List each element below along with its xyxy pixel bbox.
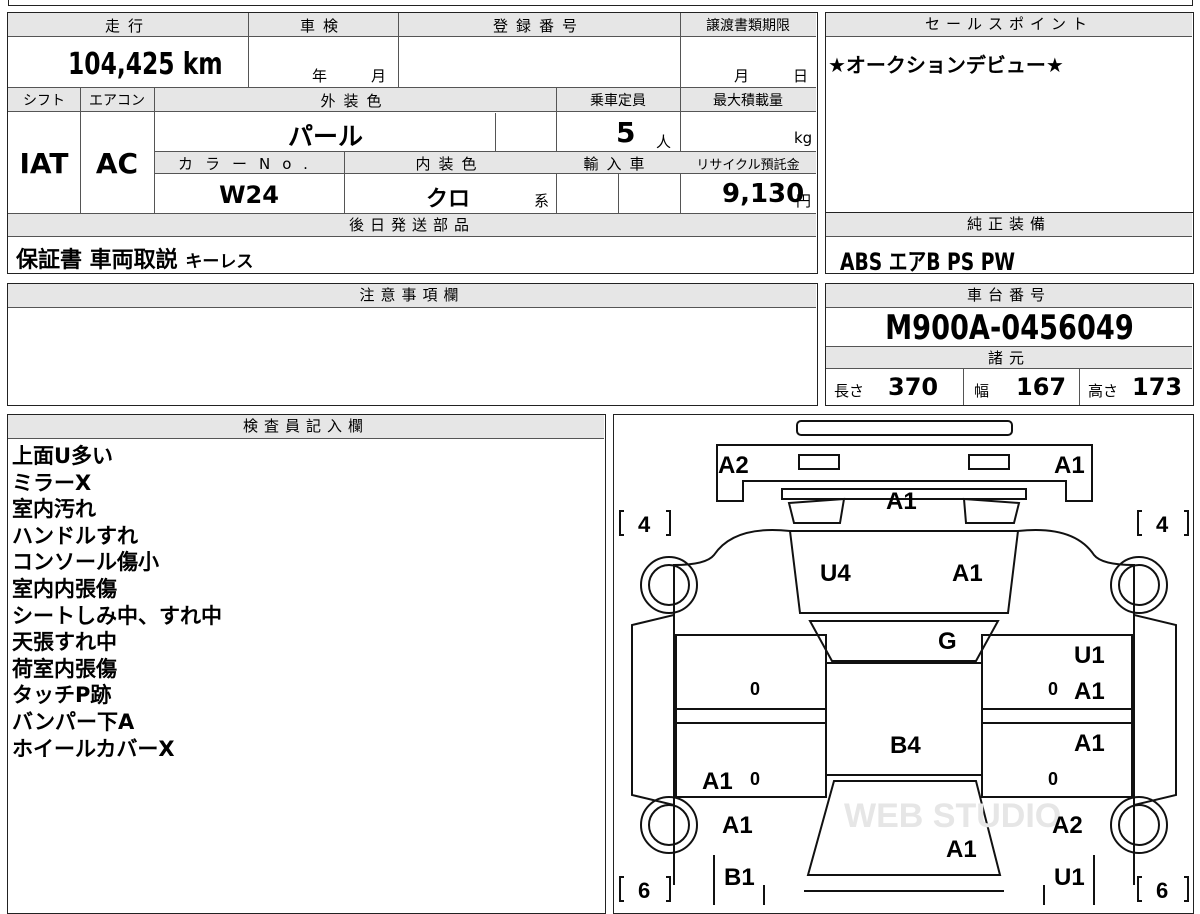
equipment-text: ABS エアB PS PW bbox=[840, 248, 1016, 276]
note-item: コンソール傷小 bbox=[12, 550, 159, 575]
interior-color-value: クロ bbox=[426, 187, 471, 212]
mileage-value: 104,425 km bbox=[68, 47, 223, 82]
sales-point-text: ★オークションデビュー★ bbox=[828, 53, 1064, 77]
code-front-bumper-left: A2 bbox=[718, 452, 749, 479]
exterior-color-label: 外装色 bbox=[320, 92, 390, 110]
car-diagram: WEB STUDIO 4 4 6 6 A2 A1 A1 U4 A1 G U1 A… bbox=[619, 420, 1189, 905]
note-item: 上面U多い bbox=[12, 444, 114, 468]
mileage-label: 走行 bbox=[104, 17, 151, 35]
tire-rear-left: 6 bbox=[638, 878, 650, 903]
shaken-label: 車検 bbox=[299, 17, 346, 35]
note-item: 天張すれ中 bbox=[12, 630, 117, 655]
code-right-rear-door: A1 bbox=[1074, 730, 1105, 757]
interior-color-suffix: 系 bbox=[534, 192, 550, 210]
shift-value: IAT bbox=[19, 147, 69, 180]
vehicle-info-box: 走行 車検 登録番号 譲渡書類期限 104,425 km 年 月 月 日 シフト… bbox=[7, 12, 818, 274]
tire-front-right: 4 bbox=[1156, 512, 1169, 537]
zero-mark: 0 bbox=[750, 769, 760, 789]
length-label: 長さ bbox=[834, 382, 865, 400]
note-item: バンパー下A bbox=[12, 709, 135, 734]
capacity-value: 5 bbox=[616, 116, 636, 149]
note-item: 荷室内張傷 bbox=[12, 656, 117, 681]
capacity-label: 乗車定員 bbox=[590, 93, 646, 109]
inspector-box: 検査員記入欄 上面U多い ミラーX 室内汚れ ハンドルすれ コンソール傷小 室内… bbox=[7, 414, 606, 914]
code-left-quarter: A1 bbox=[722, 812, 753, 839]
interior-color-label: 内装色 bbox=[415, 155, 485, 173]
transfer-day: 日 bbox=[793, 67, 809, 85]
note-item: 室内汚れ bbox=[12, 497, 96, 522]
code-grille: A1 bbox=[886, 488, 917, 515]
note-item: ミラーX bbox=[12, 470, 92, 495]
note-item: ホイールカバーX bbox=[12, 736, 175, 761]
import-car-label: 輸入車 bbox=[583, 155, 653, 173]
recycle-deposit-value: 9,130 bbox=[722, 179, 805, 209]
tire-front-left: 4 bbox=[638, 512, 651, 537]
recycle-deposit-unit: 円 bbox=[796, 192, 812, 210]
caution-box: 注意事項欄 bbox=[7, 283, 818, 406]
code-roof: B4 bbox=[890, 732, 921, 759]
color-no-label: カラーNo. bbox=[178, 155, 320, 173]
note-item: シートしみ中、すれ中 bbox=[12, 603, 222, 628]
aircon-label: エアコン bbox=[89, 93, 145, 109]
code-hood-left: U4 bbox=[820, 560, 851, 587]
later-parts-extra: キーレス bbox=[185, 252, 254, 272]
top-strip bbox=[8, 0, 1193, 6]
note-item: 室内内張傷 bbox=[12, 576, 117, 601]
code-hood-right: A1 bbox=[952, 560, 983, 587]
color-no-value: W24 bbox=[219, 181, 279, 209]
transfer-month: 月 bbox=[734, 67, 750, 85]
note-item: ハンドルすれ bbox=[12, 523, 138, 548]
caution-header: 注意事項欄 bbox=[8, 284, 816, 308]
width-value: 167 bbox=[1016, 373, 1067, 401]
code-right-rear-bumper: U1 bbox=[1054, 864, 1085, 891]
code-left-rear-door: A1 bbox=[702, 768, 733, 795]
code-right-front-door-1: U1 bbox=[1074, 642, 1105, 669]
exterior-color-value: パール bbox=[288, 122, 364, 151]
code-front-bumper-right: A1 bbox=[1054, 452, 1085, 479]
width-label: 幅 bbox=[974, 382, 990, 400]
code-right-front-door-2: A1 bbox=[1074, 678, 1105, 705]
transfer-deadline-label: 譲渡書類期限 bbox=[706, 18, 790, 34]
inspector-header: 検査員記入欄 bbox=[8, 415, 604, 439]
zero-mark: 0 bbox=[750, 679, 760, 699]
later-parts-value: 保証書 車両取説 キーレス bbox=[16, 248, 254, 273]
equipment-box: 純正装備 ABS エアB PS PW bbox=[825, 212, 1194, 276]
later-parts-header: 後日発送部品 bbox=[8, 214, 816, 237]
recycle-deposit-label: リサイクル預託金 bbox=[696, 158, 800, 173]
length-value: 370 bbox=[888, 373, 939, 401]
shaken-month: 月 bbox=[371, 67, 387, 85]
shaken-year: 年 bbox=[312, 67, 328, 85]
zero-mark: 0 bbox=[1048, 769, 1058, 789]
car-diagram-box: WEB STUDIO 4 4 6 6 A2 A1 A1 U4 A1 G U1 A… bbox=[613, 414, 1194, 914]
registration-label: 登録番号 bbox=[492, 17, 585, 35]
note-item: タッチP跡 bbox=[12, 683, 112, 708]
chassis-number: M900A-0456049 bbox=[884, 308, 1134, 348]
max-load-unit: kg bbox=[794, 129, 813, 147]
max-load-label: 最大積載量 bbox=[713, 93, 783, 109]
sales-point-box: セールスポイント ★オークションデビュー★ bbox=[825, 12, 1194, 213]
chassis-header: 車台番号 bbox=[826, 284, 1192, 308]
height-value: 173 bbox=[1132, 373, 1183, 401]
shift-label: シフト bbox=[23, 93, 65, 109]
chassis-box: 車台番号 M900A-0456049 諸元 長さ 370 幅 167 高さ 17… bbox=[825, 283, 1194, 406]
watermark-text: WEB STUDIO bbox=[844, 797, 1061, 835]
capacity-unit: 人 bbox=[656, 133, 672, 151]
code-left-rear-bumper: B1 bbox=[724, 864, 755, 891]
height-label: 高さ bbox=[1088, 382, 1119, 400]
zero-mark: 0 bbox=[1048, 679, 1058, 699]
code-right-quarter: A2 bbox=[1052, 812, 1083, 839]
tire-rear-right: 6 bbox=[1156, 878, 1168, 903]
spec-header: 諸元 bbox=[826, 347, 1192, 369]
aircon-value: AC bbox=[95, 147, 139, 180]
inspector-notes: 上面U多い ミラーX 室内汚れ ハンドルすれ コンソール傷小 室内内張傷 シート… bbox=[12, 443, 222, 762]
code-windshield: G bbox=[938, 628, 957, 655]
code-rear-hatch: A1 bbox=[946, 836, 977, 863]
sales-point-header: セールスポイント bbox=[826, 13, 1192, 37]
equipment-header: 純正装備 bbox=[826, 213, 1192, 237]
